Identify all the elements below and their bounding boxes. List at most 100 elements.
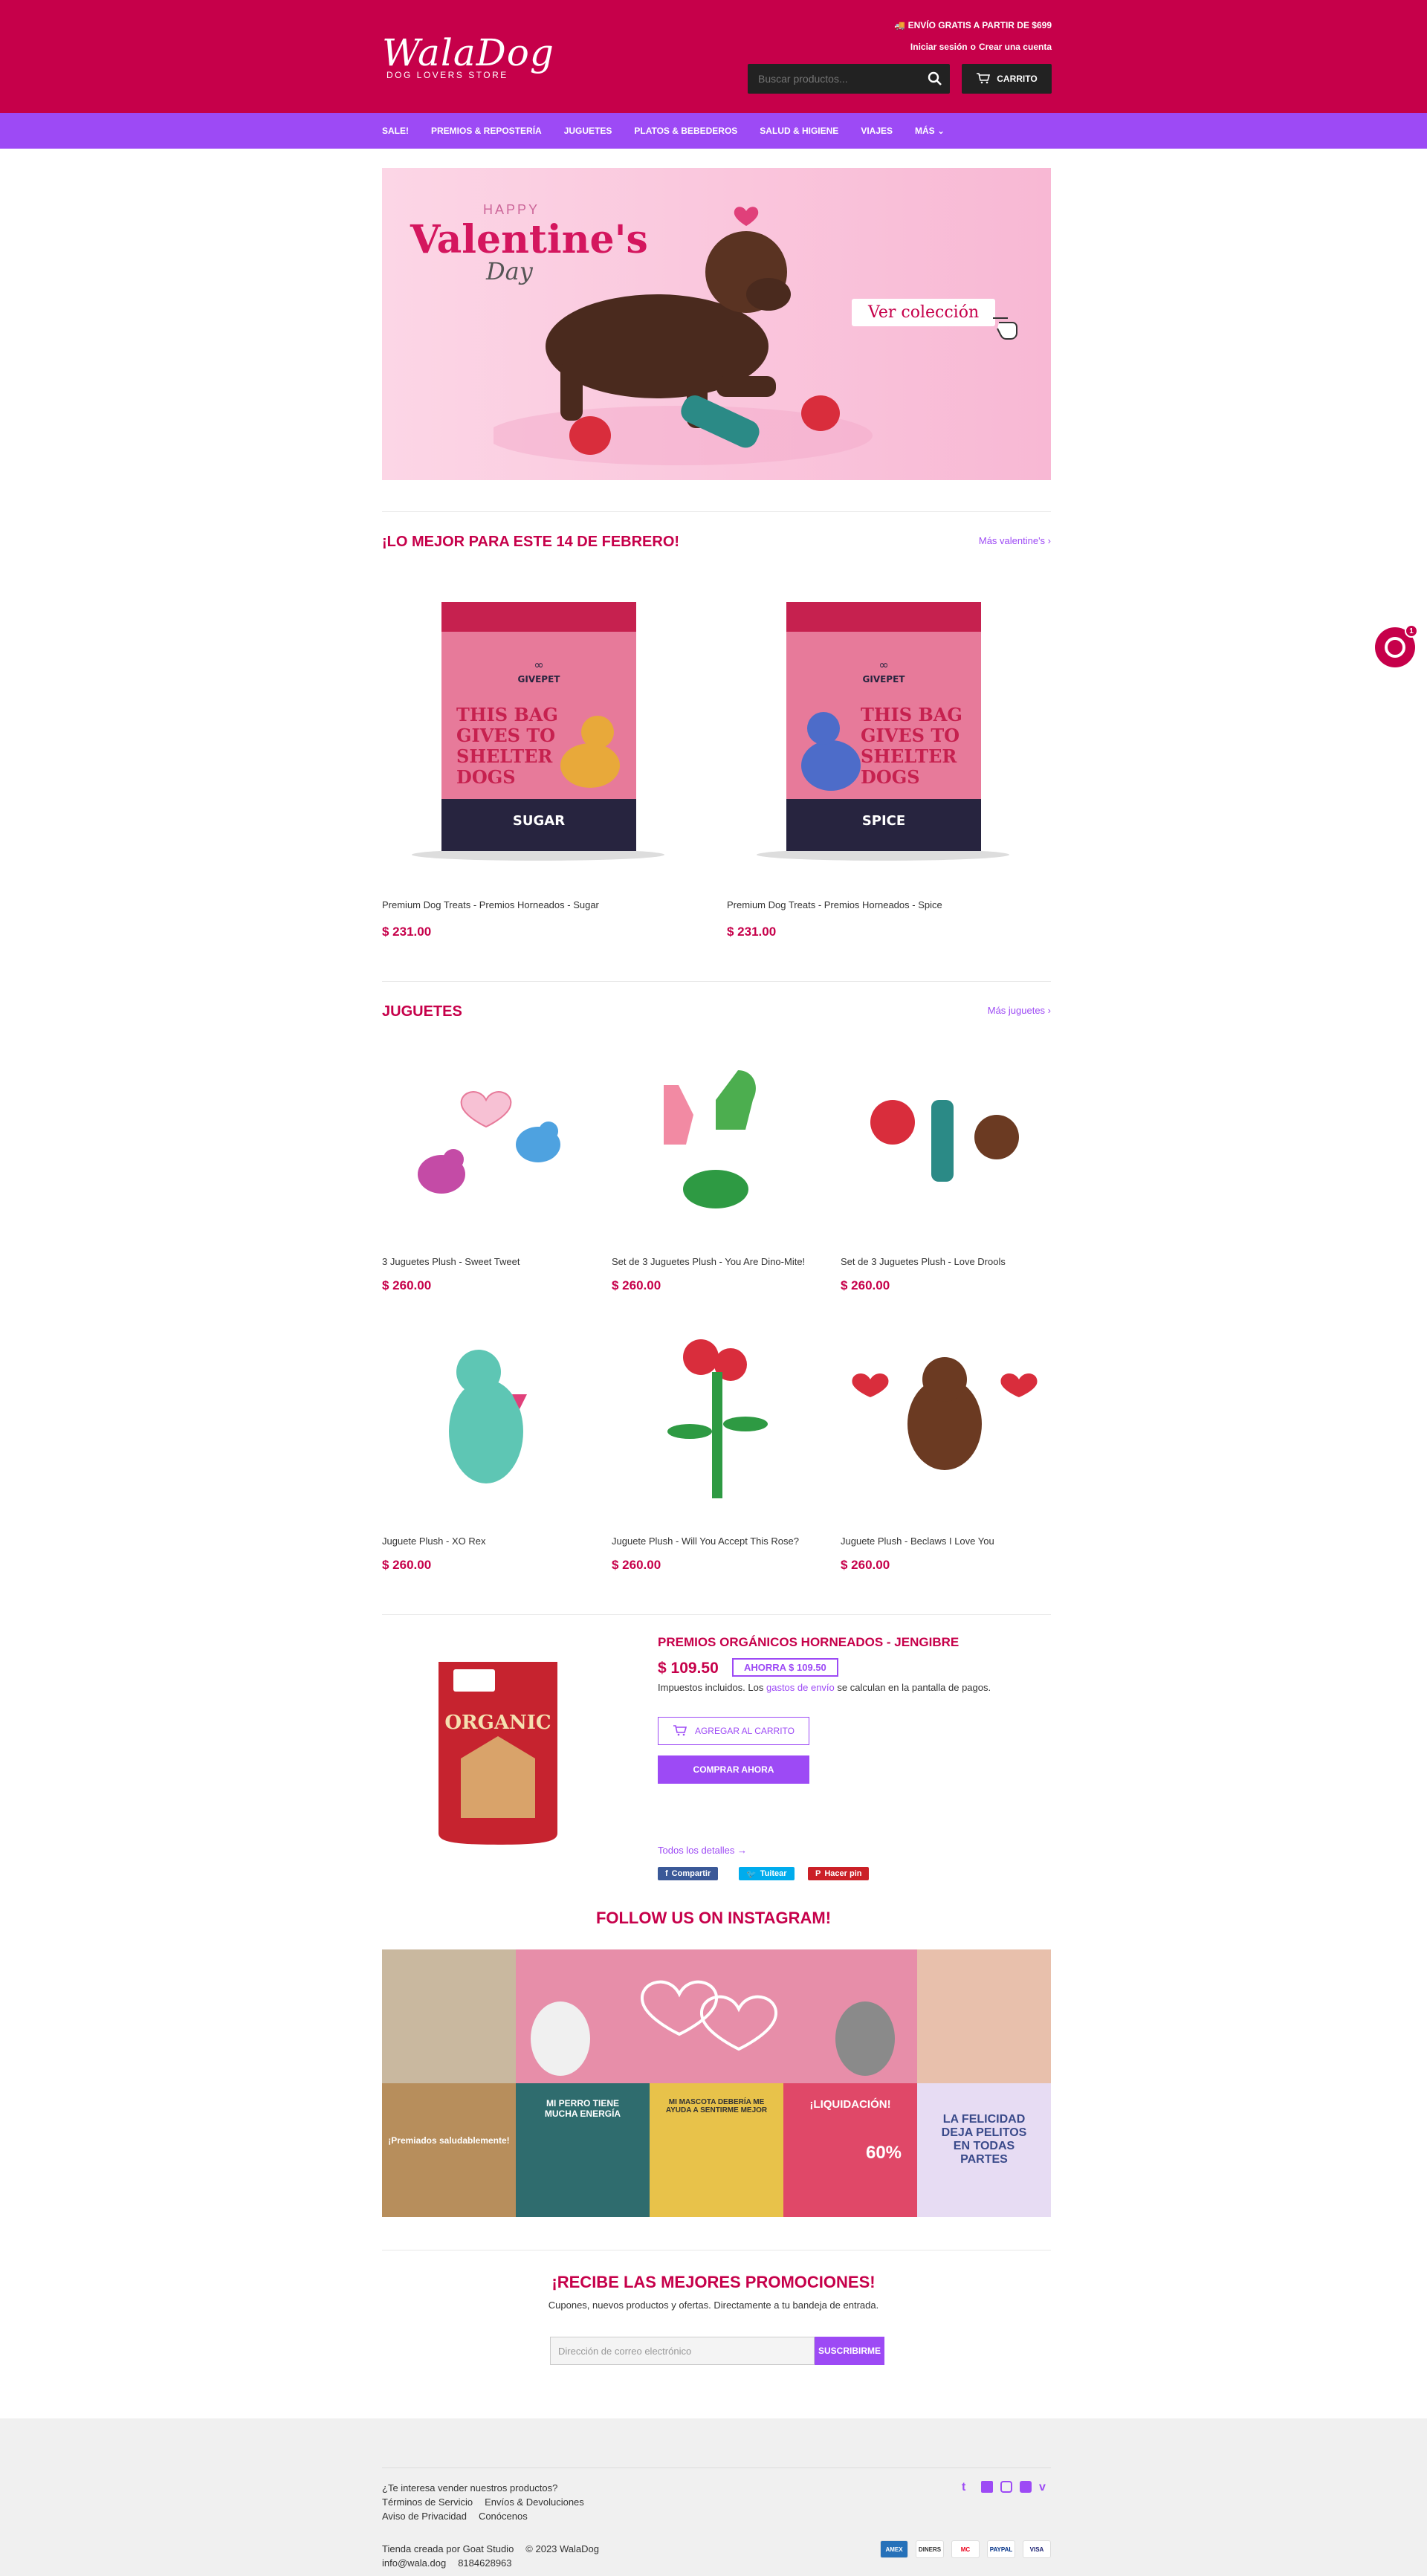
nav-item-sale[interactable]: SALE! <box>382 126 409 136</box>
nav-item-juguetes[interactable]: JUGUETES <box>564 126 612 136</box>
featured-title[interactable]: PREMIOS ORGÁNICOS HORNEADOS - JENGIBRE <box>658 1635 959 1650</box>
credit-text[interactable]: Tienda creada por Goat Studio <box>382 2543 514 2554</box>
valentine-section-title: ¡LO MEJOR PARA ESTE 14 DE FEBRERO! <box>382 534 680 550</box>
contact-email[interactable]: info@wala.dog <box>382 2557 446 2569</box>
product-name[interactable]: Juguete Plush - XO Rex <box>382 1535 485 1547</box>
all-details-link[interactable]: Todos los detalles → <box>658 1845 747 1856</box>
search-input[interactable] <box>748 64 911 94</box>
product-image[interactable] <box>612 1041 822 1234</box>
instagram-post-caption: MI PERRO TIENE MUCHA ENERGÍA <box>544 2098 621 2119</box>
search-box <box>748 64 950 94</box>
bag-brand: GIVEPET <box>518 674 561 685</box>
svg-text:SHELTER: SHELTER <box>456 745 553 767</box>
nav-item-viajes[interactable]: VIAJES <box>861 126 893 136</box>
instagram-post[interactable]: ¡Premiados saludablemente! <box>382 2083 516 2217</box>
copyright-text: © 2023 WalaDog <box>525 2543 600 2554</box>
product-name[interactable]: Premium Dog Treats - Premios Horneados -… <box>727 899 942 910</box>
footer-link-privacidad[interactable]: Aviso de Privacidad <box>382 2511 467 2522</box>
footer-link-terminos[interactable]: Términos de Servicio <box>382 2496 473 2508</box>
instagram-post[interactable]: ¡LIQUIDACIÓN! 60% <box>783 2083 917 2217</box>
youtube-icon[interactable] <box>1020 2481 1032 2493</box>
mastercard-icon: MC <box>951 2540 980 2558</box>
main-navigation: SALE! PREMIOS & REPOSTERÍA JUGUETES PLAT… <box>0 113 1427 149</box>
shipping-cost-link[interactable]: gastos de envío <box>766 1682 835 1693</box>
nav-item-platos[interactable]: PLATOS & BEBEDEROS <box>634 126 737 136</box>
svg-text:∞: ∞ <box>534 658 543 672</box>
footer-link-conocenos[interactable]: Conócenos <box>479 2511 528 2522</box>
product-card[interactable]: ∞ GIVEPET THIS BAG GIVES TO SHELTER DOGS… <box>382 587 709 944</box>
instagram-post[interactable]: MI PERRO TIENE MUCHA ENERGÍA <box>516 2083 650 2217</box>
product-image[interactable]: ∞ GIVEPET THIS BAG GIVES TO SHELTER DOGS… <box>382 587 709 870</box>
instagram-post[interactable] <box>917 1949 1051 2083</box>
product-name[interactable]: Set de 3 Juguetes Plush - You Are Dino-M… <box>612 1256 805 1267</box>
product-price: $ 260.00 <box>612 1278 661 1292</box>
product-price: $ 231.00 <box>382 925 432 939</box>
product-name[interactable]: Juguete Plush - Beclaws I Love You <box>841 1535 994 1547</box>
diners-icon: DINERS <box>916 2540 944 2558</box>
footer-links: ¿Te interesa vender nuestros productos? … <box>382 2481 596 2523</box>
product-card[interactable]: Set de 3 Juguetes Plush - Love Drools $ … <box>841 1041 1051 1301</box>
instagram-post[interactable]: LA FELICIDAD DEJA PELITOS EN TODAS PARTE… <box>917 2083 1051 2217</box>
nav-item-mas[interactable]: MÁS ⌄ <box>915 126 945 136</box>
product-image[interactable]: ∞ GIVEPET THIS BAG GIVES TO SHELTER DOGS… <box>727 587 1054 870</box>
nav-item-salud[interactable]: SALUD & HIGIENE <box>760 126 838 136</box>
svg-text:DOGS: DOGS <box>861 766 920 788</box>
footer-link-envios[interactable]: Envíos & Devoluciones <box>485 2496 584 2508</box>
instagram-post[interactable]: MI MASCOTA DEBERÍA ME AYUDA A SENTIRME M… <box>650 2083 783 2217</box>
facebook-icon[interactable] <box>981 2481 993 2493</box>
more-toys-link[interactable]: Más juguetes › <box>988 1005 1051 1016</box>
instagram-post-caption: ¡Premiados saludablemente! <box>388 2135 510 2146</box>
register-link[interactable]: Crear una cuenta <box>979 42 1052 52</box>
product-name[interactable]: 3 Juguetes Plush - Sweet Tweet <box>382 1256 520 1267</box>
email-field[interactable]: Dirección de correo electrónico <box>550 2337 815 2365</box>
instagram-post[interactable] <box>516 1949 917 2083</box>
login-link[interactable]: Iniciar sesión <box>910 42 968 52</box>
product-card[interactable]: Juguete Plush - Beclaws I Love You $ 260… <box>841 1320 1051 1580</box>
product-image[interactable] <box>382 1041 592 1234</box>
product-card[interactable]: Set de 3 Juguetes Plush - You Are Dino-M… <box>612 1041 822 1301</box>
featured-price: $ 109.50 <box>658 1660 719 1677</box>
vimeo-icon[interactable]: v <box>1039 2481 1051 2494</box>
buy-now-button[interactable]: COMPRAR AHORA <box>658 1755 809 1784</box>
product-image[interactable] <box>382 1320 592 1513</box>
instagram-post[interactable] <box>382 1949 516 2083</box>
product-card[interactable]: Juguete Plush - XO Rex $ 260.00 <box>382 1320 592 1580</box>
product-name[interactable]: Premium Dog Treats - Premios Horneados -… <box>382 899 599 910</box>
product-image[interactable] <box>612 1320 822 1513</box>
dog-photo <box>494 207 873 465</box>
instagram-grid: ¡Premiados saludablemente! MI PERRO TIEN… <box>382 1949 1051 2217</box>
product-price: $ 260.00 <box>612 1558 661 1572</box>
share-label: Compartir <box>671 1869 711 1878</box>
product-card[interactable]: Juguete Plush - Will You Accept This Ros… <box>612 1320 822 1580</box>
product-card[interactable]: ∞ GIVEPET THIS BAG GIVES TO SHELTER DOGS… <box>727 587 1054 944</box>
more-valentines-link[interactable]: Más valentine's › <box>979 535 1051 546</box>
featured-bag-label: ORGANIC <box>444 1712 551 1734</box>
product-name[interactable]: Juguete Plush - Will You Accept This Ros… <box>612 1535 799 1547</box>
section-divider <box>382 511 1051 512</box>
subscribe-button[interactable]: SUSCRIBIRME <box>815 2337 884 2365</box>
product-name[interactable]: Set de 3 Juguetes Plush - Love Drools <box>841 1256 1006 1267</box>
instagram-icon[interactable] <box>1000 2481 1012 2493</box>
product-card[interactable]: 3 Juguetes Plush - Sweet Tweet $ 260.00 <box>382 1041 592 1301</box>
cart-button[interactable]: CARRITO <box>962 64 1052 94</box>
footer-divider <box>382 2467 1051 2468</box>
site-header: WalaDog DOG LOVERS STORE 🚚 ENVÍO GRATIS … <box>0 0 1427 113</box>
product-image[interactable] <box>841 1320 1051 1513</box>
twitter-share-button[interactable]: 🐦 Tuitear <box>739 1867 795 1880</box>
hero-banner[interactable]: HAPPY Valentine's Day Ver colección <box>382 168 1051 480</box>
add-to-cart-button[interactable]: AGREGAR AL CARRITO <box>658 1717 809 1745</box>
hero-cta-button[interactable]: Ver colección <box>852 299 996 326</box>
chat-widget-button[interactable]: 1 <box>1375 624 1418 667</box>
pinterest-share-button[interactable]: P Hacer pin <box>808 1867 870 1880</box>
tax-suffix: se calculan en la pantalla de pagos. <box>837 1682 991 1693</box>
product-image[interactable] <box>841 1041 1051 1234</box>
footer-link-vender[interactable]: ¿Te interesa vender nuestros productos? <box>382 2482 557 2494</box>
nav-item-premios[interactable]: PREMIOS & REPOSTERÍA <box>431 126 542 136</box>
facebook-icon: f <box>665 1869 668 1878</box>
site-logo[interactable]: WalaDog DOG LOVERS STORE <box>382 33 554 80</box>
facebook-share-button[interactable]: f Compartir <box>658 1867 719 1880</box>
twitter-icon[interactable]: t <box>962 2481 974 2494</box>
search-icon[interactable] <box>928 71 942 86</box>
featured-product-image[interactable]: ORGANIC <box>431 1654 565 1848</box>
instagram-post-caption: ¡LIQUIDACIÓN! <box>809 2098 891 2111</box>
